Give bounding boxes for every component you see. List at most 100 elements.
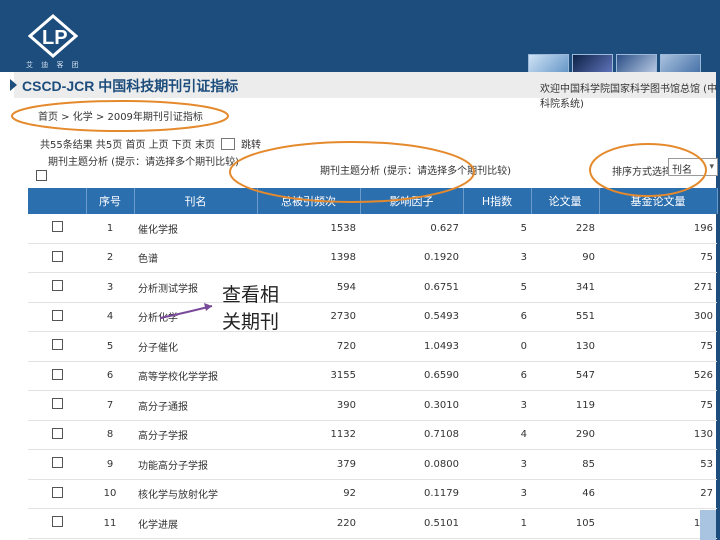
col-index[interactable]: 序号	[86, 188, 135, 214]
col-papers[interactable]: 论文量	[531, 188, 600, 214]
sort-select[interactable]: 刊名 ▾	[668, 158, 718, 176]
funded-papers: 526	[599, 361, 717, 391]
annotation-line: 关期刊	[222, 311, 280, 333]
total-cites: 379	[257, 449, 360, 480]
journal-link[interactable]: 化学进展	[134, 508, 257, 539]
funded-papers: 53	[599, 449, 717, 480]
funded-papers: 27	[599, 479, 717, 509]
h-index: 6	[463, 302, 531, 332]
table-row: 3 分析测试学报 594 0.6751 5 341 271	[28, 272, 717, 303]
funded-papers: 75	[599, 390, 717, 421]
journal-link[interactable]: 高等学校化学学报	[134, 361, 257, 391]
h-index: 5	[463, 214, 531, 244]
table-row: 4 分析化学 2730 0.5493 6 551 300	[28, 302, 717, 332]
logo-caption: 艾 迪 客 团	[26, 61, 82, 69]
col-funded-papers[interactable]: 基金论文量	[599, 188, 718, 214]
page-jump-input[interactable]	[220, 137, 235, 150]
impact-factor: 0.627	[360, 214, 463, 244]
papers: 105	[531, 508, 599, 539]
sort-selected: 刊名	[672, 165, 692, 176]
h-index: 0	[463, 331, 531, 362]
col-title[interactable]: 刊名	[134, 188, 258, 214]
total-cites: 220	[257, 508, 360, 539]
impact-factor: 0.5101	[360, 508, 463, 539]
total-cites: 1538	[257, 214, 360, 244]
total-cites: 92	[257, 479, 360, 509]
h-index: 3	[463, 243, 531, 273]
journal-link[interactable]: 高分子学报	[134, 420, 257, 450]
h-index: 6	[463, 361, 531, 391]
journal-link[interactable]: 核化学与放射化学	[134, 479, 257, 509]
row-checkbox[interactable]	[51, 339, 63, 351]
row-checkbox[interactable]	[51, 516, 63, 528]
papers: 228	[531, 214, 599, 244]
impact-factor: 1.0493	[360, 331, 463, 362]
triangle-icon	[10, 79, 17, 91]
funded-papers: 75	[599, 243, 717, 273]
row-index: 7	[86, 390, 134, 421]
welcome-text: 欢迎中国科学院国家科学图书馆总馆 (中科院系统)	[540, 84, 718, 110]
breadcrumb[interactable]: 首页 > 化学 > 2009年期刊引证指标	[38, 108, 203, 123]
h-index: 5	[463, 272, 531, 303]
impact-factor: 0.1920	[360, 243, 463, 273]
funded-papers: 196	[599, 214, 717, 244]
row-checkbox[interactable]	[51, 427, 63, 439]
annotation-line: 查看相	[222, 284, 280, 306]
table-row: 7 高分子通报 390 0.3010 3 119 75	[28, 390, 717, 421]
row-index: 6	[86, 361, 134, 391]
table-row: 2 色谱 1398 0.1920 3 90 75	[28, 243, 717, 273]
annotation-callout: 查看相 关期刊	[222, 282, 279, 336]
row-index: 5	[86, 331, 134, 362]
col-impact-factor[interactable]: 影响因子	[360, 188, 464, 214]
table-row: 9 功能高分子学报 379 0.0800 3 85 53	[28, 449, 717, 480]
papers: 341	[531, 272, 599, 303]
row-index: 4	[86, 302, 134, 332]
journal-link[interactable]: 色谱	[134, 243, 257, 273]
row-checkbox[interactable]	[51, 486, 63, 498]
pagination-bar: 共55条结果 共5页 首页 上页 下页 末页 跳转	[40, 136, 261, 151]
svg-text:LP: LP	[42, 27, 68, 49]
total-cites: 390	[257, 390, 360, 421]
analysis-link[interactable]: 期刊主题分析 (提示：请选择多个期刊比较)	[48, 153, 239, 168]
journal-link[interactable]: 催化学报	[134, 214, 257, 244]
impact-factor: 0.1179	[360, 479, 463, 509]
page-corner	[700, 510, 716, 540]
funded-papers: 271	[599, 272, 717, 303]
impact-factor: 0.0800	[360, 449, 463, 480]
col-total-cites[interactable]: 总被引频次	[257, 188, 361, 214]
row-checkbox[interactable]	[51, 368, 63, 380]
row-checkbox[interactable]	[51, 280, 63, 292]
row-index: 11	[86, 508, 134, 539]
row-index: 9	[86, 449, 134, 480]
total-cites: 1398	[257, 243, 360, 273]
journal-link[interactable]: 高分子通报	[134, 390, 257, 421]
row-checkbox[interactable]	[51, 398, 63, 410]
h-index: 4	[463, 420, 531, 450]
analysis-hint: 期刊主题分析 (提示：请选择多个期刊比较)	[320, 166, 511, 177]
funded-papers: 300	[599, 302, 717, 332]
journal-table: 序号 刊名 总被引频次 影响因子 H指数 论文量 基金论文量 1 催化学报 1538…	[28, 188, 718, 539]
table-row: 8 高分子学报 1132 0.7108 4 290 130	[28, 420, 717, 450]
row-index: 2	[86, 243, 134, 273]
table-row: 1 催化学报 1538 0.627 5 228 196	[28, 214, 717, 244]
h-index: 3	[463, 390, 531, 421]
row-index: 10	[86, 479, 134, 509]
papers: 46	[531, 479, 599, 509]
funded-papers: 75	[599, 331, 717, 362]
col-h-index[interactable]: H指数	[463, 188, 532, 214]
row-checkbox[interactable]	[51, 457, 63, 469]
journal-link[interactable]: 功能高分子学报	[134, 449, 257, 480]
impact-factor: 0.5493	[360, 302, 463, 332]
row-checkbox[interactable]	[51, 221, 63, 233]
papers: 85	[531, 449, 599, 480]
row-checkbox[interactable]	[51, 309, 63, 321]
h-index: 3	[463, 479, 531, 509]
impact-factor: 0.7108	[360, 420, 463, 450]
row-checkbox[interactable]	[51, 250, 63, 262]
h-index: 3	[463, 449, 531, 480]
jump-button[interactable]: 跳转	[241, 136, 261, 151]
pagination-text[interactable]: 共55条结果 共5页 首页 上页 下页 末页	[40, 136, 215, 151]
total-cites: 1132	[257, 420, 360, 450]
table-row: 10 核化学与放射化学 92 0.1179 3 46 27	[28, 479, 717, 509]
select-all-checkbox[interactable]	[36, 170, 47, 181]
